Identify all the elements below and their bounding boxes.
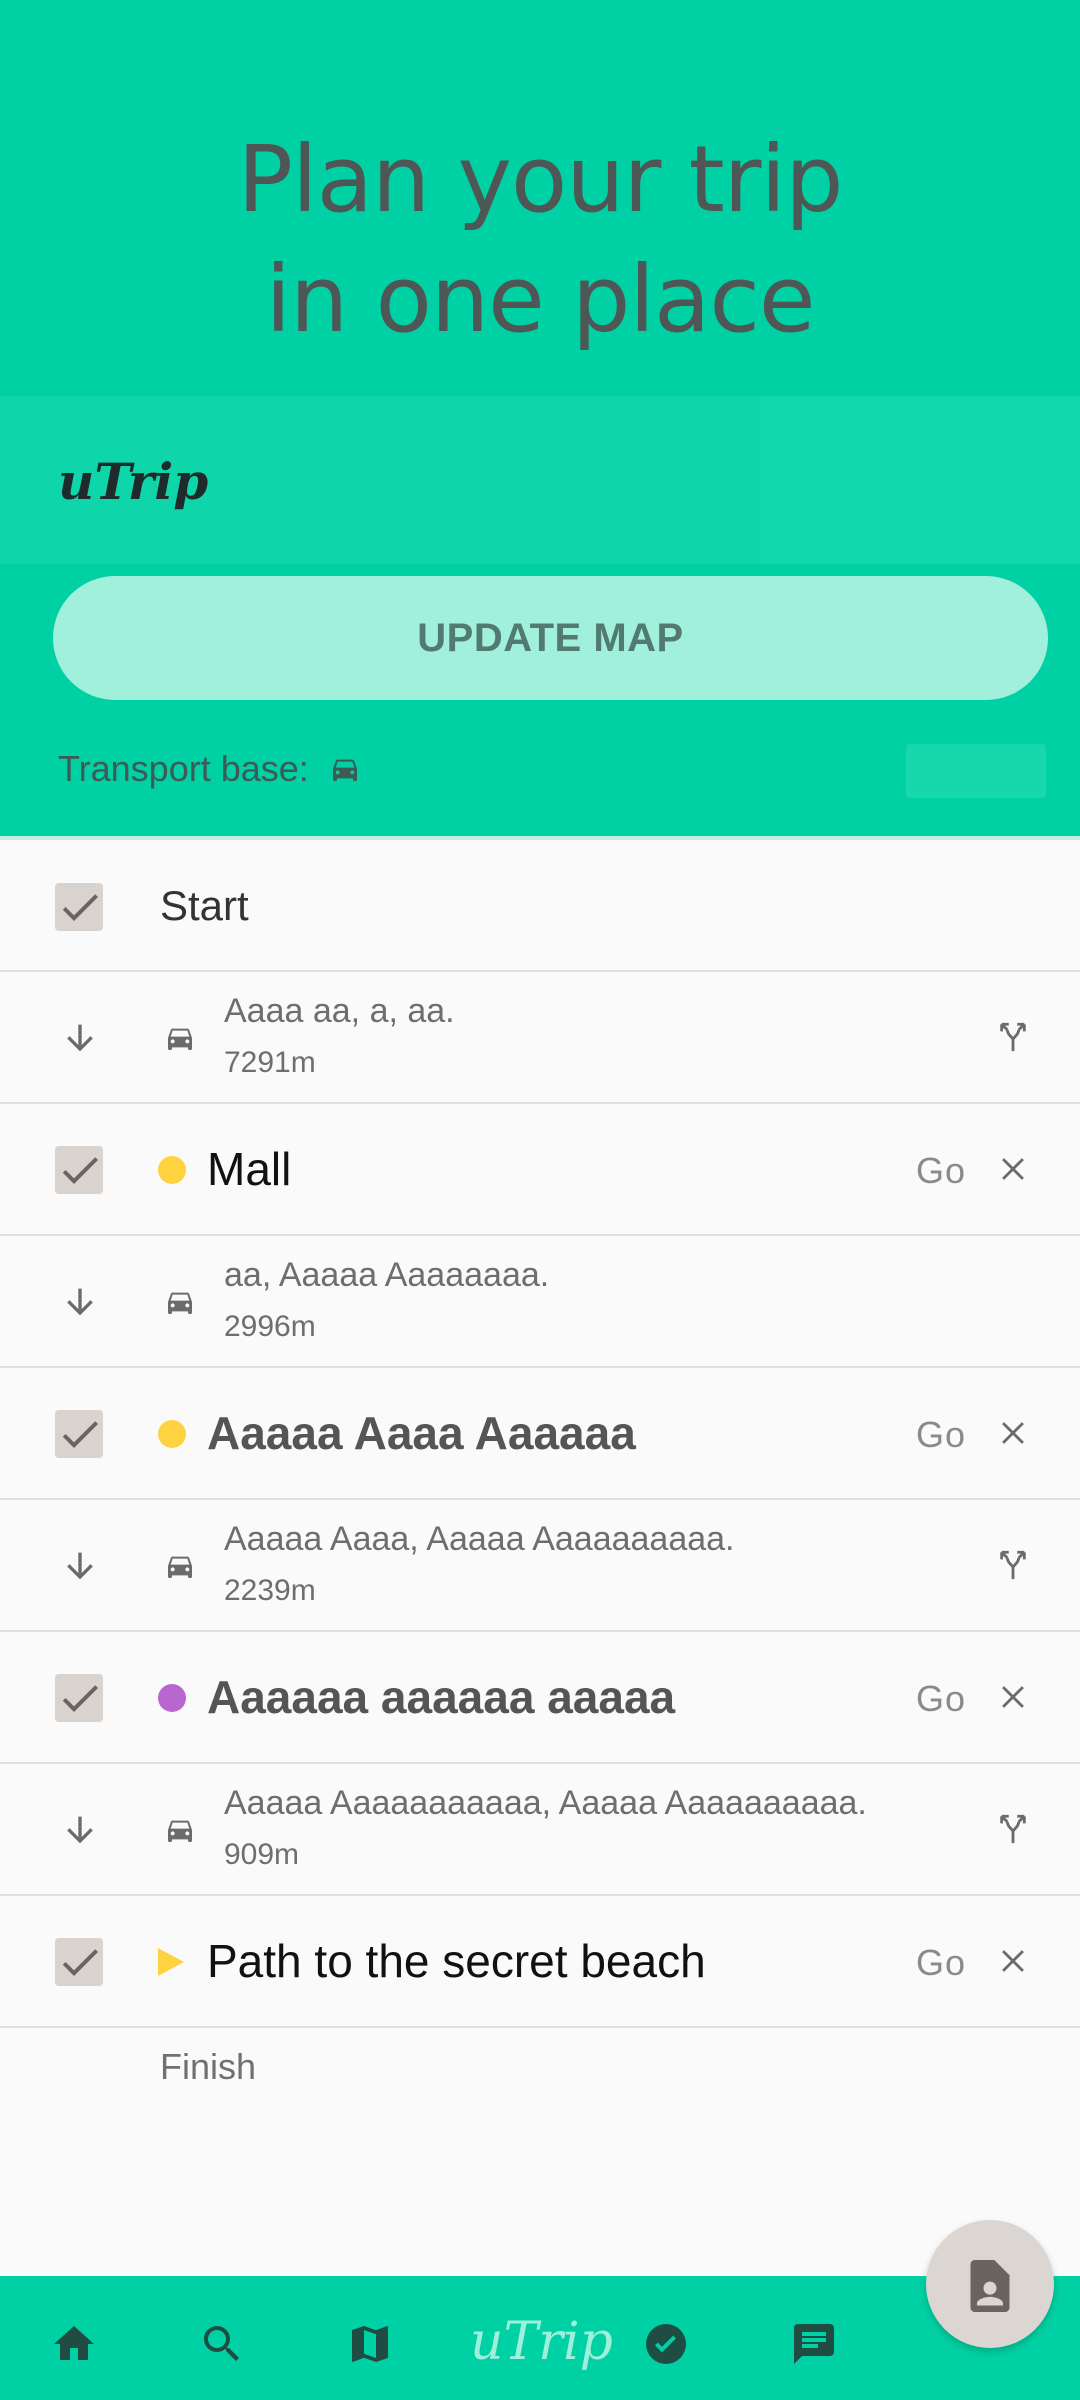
segment-distance: 7291m: [224, 1046, 316, 1079]
place-row[interactable]: Path to the secret beach Go: [0, 1896, 1080, 2028]
place-name: Mall: [207, 1143, 292, 1195]
transport-chip: [906, 744, 1046, 798]
segment-description: Aaaa aa, a, aa.: [224, 992, 455, 1030]
check-icon: [62, 1157, 98, 1184]
transport-base-label: Transport base:: [58, 748, 309, 789]
check-icon: [62, 1685, 98, 1712]
place-name: Aaaaaa aaaaaa aaaaa: [207, 1671, 676, 1723]
go-button[interactable]: Go: [916, 1942, 966, 1984]
arrow-down-icon: [67, 1024, 93, 1052]
page-title-line-2: in one place: [265, 246, 815, 353]
update-map-button[interactable]: UPDATE MAP: [53, 576, 1048, 700]
nav-logo[interactable]: uTrip: [470, 2312, 613, 2372]
close-icon[interactable]: [996, 1680, 1030, 1714]
segment-distance: 2239m: [224, 1574, 316, 1607]
go-button[interactable]: Go: [916, 1414, 966, 1456]
route-alternatives-icon[interactable]: [996, 1548, 1030, 1582]
brand-band-shade: [760, 396, 1080, 564]
car-icon: [168, 1556, 192, 1578]
check-icon: [62, 894, 98, 921]
car-icon: [168, 1028, 192, 1050]
page-title-line-1: Plan your trip: [237, 126, 844, 233]
car-icon: [168, 1820, 192, 1842]
segment-distance: 2996m: [224, 1310, 316, 1343]
arrow-down-icon: [67, 1288, 93, 1316]
place-checkbox[interactable]: [55, 1938, 103, 1986]
check-icon: [62, 1421, 98, 1448]
place-row[interactable]: Aaaaa Aaaa Aaaaaa Go: [0, 1368, 1080, 1500]
segment-description: aa, Aaaaa Aaaaaaaa.: [224, 1256, 550, 1294]
go-button[interactable]: Go: [916, 1150, 966, 1192]
route-segment: aa, Aaaaa Aaaaaaaa. 2996m: [0, 1236, 1080, 1368]
go-button[interactable]: Go: [916, 1678, 966, 1720]
contact-document-icon: [970, 2260, 1010, 2312]
place-checkbox[interactable]: [55, 1410, 103, 1458]
check-icon: [62, 1949, 98, 1976]
chat-icon[interactable]: [790, 2320, 838, 2368]
route-alternatives-icon[interactable]: [996, 1812, 1030, 1846]
contact-fab-button[interactable]: [926, 2220, 1054, 2348]
place-checkbox[interactable]: [55, 1674, 103, 1722]
place-marker-triangle: [158, 1948, 184, 1976]
place-row[interactable]: Aaaaaa aaaaaa aaaaa Go: [0, 1632, 1080, 1764]
start-row: Start: [0, 840, 1080, 972]
close-icon[interactable]: [996, 1152, 1030, 1186]
route-segment: Aaaa aa, a, aa. 7291m: [0, 972, 1080, 1104]
place-name: Aaaaa Aaaa Aaaaaa: [207, 1407, 636, 1459]
segment-description: Aaaaa Aaaa, Aaaaa Aaaaaaaaaa.: [224, 1520, 735, 1558]
arrow-down-icon: [67, 1552, 93, 1580]
start-label: Start: [160, 882, 249, 929]
route-segment: Aaaaa Aaaaaaaaaaa, Aaaaa Aaaaaaaaaa. 909…: [0, 1764, 1080, 1896]
place-checkbox[interactable]: [55, 1146, 103, 1194]
transport-base-selector[interactable]: Transport base:: [58, 748, 363, 790]
close-icon[interactable]: [996, 1416, 1030, 1450]
app-logo: uTrip: [58, 452, 209, 511]
route-segment: Aaaaa Aaaa, Aaaaa Aaaaaaaaaa. 2239m: [0, 1500, 1080, 1632]
arrow-down-icon: [67, 1816, 93, 1844]
route-alternatives-icon[interactable]: [996, 1020, 1030, 1054]
finish-label: Finish: [160, 2046, 257, 2087]
place-row[interactable]: Mall Go: [0, 1104, 1080, 1236]
place-marker-dot: [158, 1684, 186, 1712]
close-icon[interactable]: [996, 1944, 1030, 1978]
page-title: Plan your trip in one place: [0, 120, 1080, 360]
place-marker-dot: [158, 1420, 186, 1448]
home-icon[interactable]: [50, 2320, 98, 2368]
segment-description: Aaaaa Aaaaaaaaaaa, Aaaaa Aaaaaaaaaa.: [224, 1784, 867, 1822]
place-marker-dot: [158, 1156, 186, 1184]
segment-distance: 909m: [224, 1838, 300, 1871]
car-icon[interactable]: [327, 753, 363, 785]
place-name: Path to the secret beach: [207, 1935, 706, 1987]
map-icon[interactable]: [346, 2320, 394, 2368]
checklist-icon[interactable]: [642, 2320, 690, 2368]
search-icon[interactable]: [198, 2320, 246, 2368]
start-checkbox[interactable]: [55, 883, 103, 931]
car-icon: [168, 1292, 192, 1314]
